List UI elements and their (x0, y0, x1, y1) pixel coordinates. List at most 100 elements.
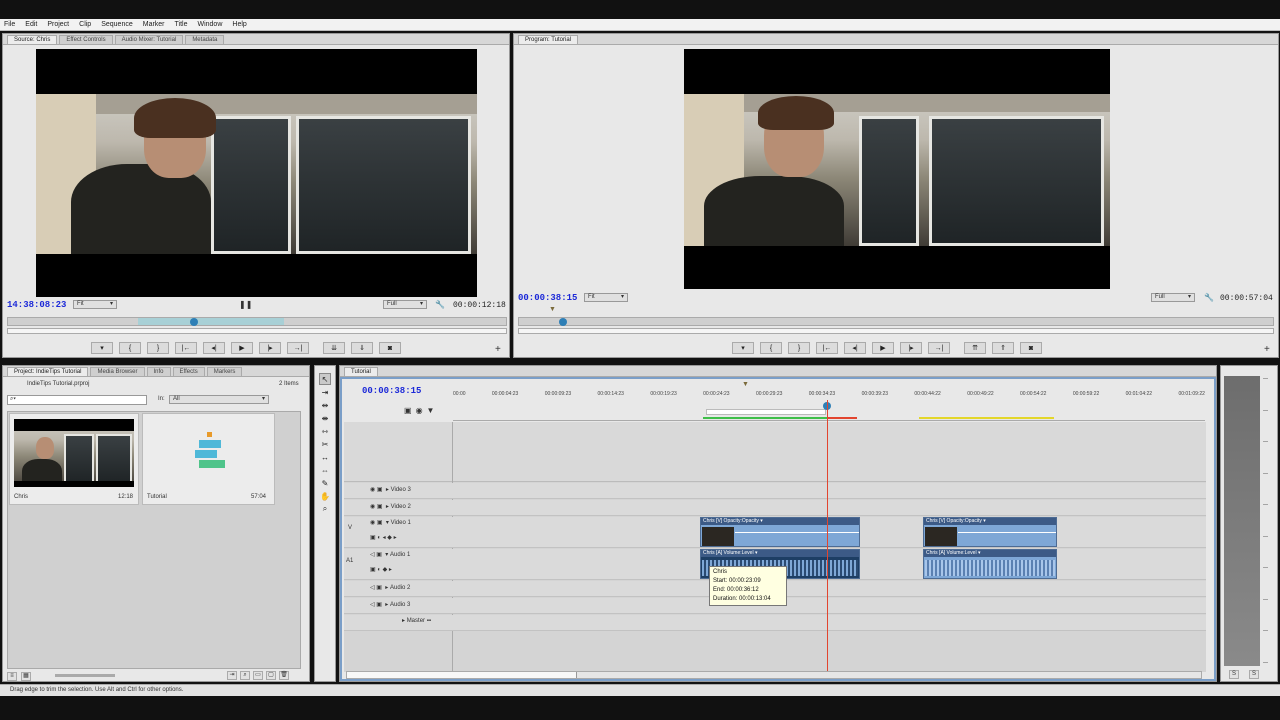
wrench-icon[interactable]: 🔧 (435, 300, 445, 309)
zoom-slider[interactable] (55, 674, 115, 677)
marker-icon[interactable]: ▾ (732, 342, 754, 354)
tab-media-browser[interactable]: Media Browser (90, 367, 145, 376)
keyframe-icon[interactable]: ▣ ◐ ◆ ▸ (370, 566, 392, 573)
sync-lock-icon[interactable]: ◉ (416, 406, 423, 415)
selection-tool-icon[interactable]: ↖ (319, 373, 331, 385)
menu-clip[interactable]: Clip (79, 21, 91, 28)
marker-icon[interactable]: ▾ (91, 342, 113, 354)
hand-tool-icon[interactable]: ✋ (319, 490, 331, 502)
tab-audio-mixer[interactable]: Audio Mixer: Tutorial (114, 35, 184, 44)
mark-out-icon[interactable]: } (788, 342, 810, 354)
slip-tool-icon[interactable]: ↔ (319, 451, 331, 463)
step-back-icon[interactable]: ◂| (844, 342, 866, 354)
video-clip-1[interactable]: Chris [V] Opacity:Opacity ▾ (700, 517, 860, 547)
tab-info[interactable]: Info (146, 367, 171, 376)
mark-out-icon[interactable]: } (147, 342, 169, 354)
marker-icon[interactable]: ▼ (742, 381, 749, 388)
solo-right-button[interactable]: S (1249, 670, 1259, 679)
time-ruler[interactable]: 00:00 00:00:04:23 00:00:09:23 00:00:14:2… (453, 381, 1205, 421)
camera-icon[interactable]: ◙ (1020, 342, 1042, 354)
solo-left-button[interactable]: S (1229, 670, 1239, 679)
timeline-scroll-thumb[interactable] (347, 672, 577, 678)
menu-marker[interactable]: Marker (143, 21, 165, 28)
tab-program[interactable]: Program: Tutorial (518, 35, 579, 44)
tab-metadata[interactable]: Metadata (185, 35, 225, 44)
add-button-icon[interactable]: + (1264, 344, 1270, 355)
eye-icon[interactable]: ◉ (370, 503, 375, 510)
mark-in-icon[interactable]: { (760, 342, 782, 354)
ripple-edit-tool-icon[interactable]: ⇹ (319, 399, 331, 411)
trash-icon[interactable]: 🗑 (279, 671, 289, 680)
playhead-line[interactable] (827, 400, 828, 672)
tab-markers[interactable]: Markers (206, 367, 243, 376)
menu-help[interactable]: Help (232, 21, 246, 28)
eye-icon[interactable]: ◉ (370, 486, 375, 493)
go-to-out-icon[interactable]: →| (287, 342, 309, 354)
menu-edit[interactable]: Edit (25, 21, 37, 28)
source-playhead[interactable] (190, 318, 198, 326)
new-item-icon[interactable]: ▢ (266, 671, 276, 680)
mark-in-icon[interactable]: { (119, 342, 141, 354)
program-playhead[interactable] (559, 318, 567, 326)
wrench-icon[interactable]: 🔧 (1204, 293, 1214, 302)
camera-icon[interactable]: ◙ (379, 342, 401, 354)
program-scrub-bar[interactable] (518, 317, 1274, 326)
source-scrub-bar[interactable] (7, 317, 507, 326)
source-zoom-bar[interactable] (7, 328, 507, 334)
razor-tool-icon[interactable]: ✂ (319, 438, 331, 450)
eye-icon[interactable]: ◉ (370, 519, 375, 526)
speaker-icon[interactable]: ◁ (370, 601, 375, 608)
new-bin-icon[interactable]: ▭ (253, 671, 263, 680)
find-icon[interactable]: ⌕ (240, 671, 250, 680)
add-button-icon[interactable]: + (495, 344, 501, 355)
track-select-tool-icon[interactable]: ⇥ (319, 386, 331, 398)
project-item-chris[interactable]: Chris 12:18 (9, 413, 139, 505)
tab-sequence-tutorial[interactable]: Tutorial (344, 367, 378, 376)
source-fit-dropdown[interactable]: Fit ▾ (73, 300, 117, 309)
add-marker-icon[interactable]: ▼ (427, 406, 435, 415)
audio-clip-2[interactable]: Chris [A] Volume:Level ▾ (923, 549, 1057, 579)
slide-tool-icon[interactable]: ⇔ (319, 464, 331, 476)
go-to-in-icon[interactable]: |← (175, 342, 197, 354)
keyframe-icon[interactable]: ▣ ◐ ◂ ◆ ▸ (370, 534, 397, 541)
pause-icon[interactable]: ❚❚ (239, 300, 252, 309)
extract-icon[interactable]: ⇑ (992, 342, 1014, 354)
overwrite-icon[interactable]: ⇓ (351, 342, 373, 354)
menu-project[interactable]: Project (47, 21, 69, 28)
play-icon[interactable]: ▶ (231, 342, 253, 354)
program-fit-dropdown[interactable]: Fit ▾ (584, 293, 628, 302)
menu-title[interactable]: Title (175, 21, 188, 28)
lock-icon[interactable]: ▣ (376, 584, 382, 591)
insert-icon[interactable]: ⇊ (323, 342, 345, 354)
program-zoom-bar[interactable] (518, 328, 1274, 334)
program-full-dropdown[interactable]: Full ▾ (1151, 293, 1195, 302)
rolling-edit-tool-icon[interactable]: ⇼ (319, 412, 331, 424)
work-area-bar[interactable] (706, 409, 826, 415)
automate-icon[interactable]: ⇥ (227, 671, 237, 680)
pen-tool-icon[interactable]: ✎ (319, 477, 331, 489)
tab-effect-controls[interactable]: Effect Controls (59, 35, 113, 44)
zoom-tool-icon[interactable]: ⌕ (319, 503, 331, 515)
menu-window[interactable]: Window (197, 21, 222, 28)
video-clip-2[interactable]: Chris [V] Opacity:Opacity ▾ (923, 517, 1057, 547)
go-to-in-icon[interactable]: |← (816, 342, 838, 354)
lock-icon[interactable]: ▣ (376, 601, 382, 608)
rate-stretch-tool-icon[interactable]: ⇿ (319, 425, 331, 437)
snap-icon[interactable]: ▣ (404, 406, 412, 415)
list-view-icon[interactable]: ≡ (7, 671, 17, 681)
speaker-icon[interactable]: ◁ (370, 584, 375, 591)
tab-source[interactable]: Source: Chris (7, 35, 58, 44)
menu-sequence[interactable]: Sequence (101, 21, 133, 28)
play-icon[interactable]: ▶ (872, 342, 894, 354)
project-item-tutorial[interactable]: Tutorial 57:04 (142, 413, 275, 505)
in-dropdown[interactable]: All ▾ (169, 395, 269, 404)
icon-view-icon[interactable]: ▦ (21, 671, 31, 681)
source-track-a1[interactable]: A1 (346, 558, 353, 564)
source-timecode-current[interactable]: 14:38:08:23 (7, 300, 66, 310)
source-full-dropdown[interactable]: Full ▾ (383, 300, 427, 309)
tab-project[interactable]: Project: IndieTips Tutorial (7, 367, 89, 376)
lock-icon[interactable]: ▣ (376, 551, 382, 558)
go-to-out-icon[interactable]: →| (928, 342, 950, 354)
program-timecode-current[interactable]: 00:00:38:15 (518, 293, 577, 303)
step-forward-icon[interactable]: |▸ (900, 342, 922, 354)
